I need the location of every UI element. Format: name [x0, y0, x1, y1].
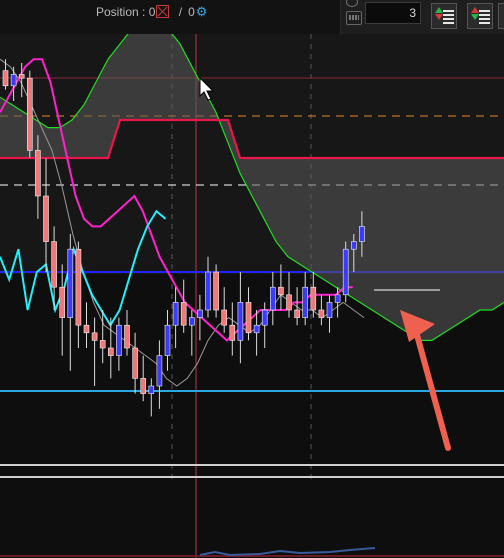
candle-body	[180, 302, 187, 326]
candle-body	[253, 324, 260, 334]
candle-body	[278, 286, 284, 296]
candle-body	[294, 309, 300, 318]
down-arrow-icon	[435, 14, 443, 20]
candle-body	[342, 248, 349, 296]
candle-body	[108, 347, 114, 356]
keyboard-icon[interactable]	[346, 11, 362, 25]
candle-body	[221, 309, 227, 326]
candle-body	[43, 195, 49, 242]
order-list-icon	[443, 10, 454, 24]
candle-body	[245, 302, 252, 334]
candle-body	[67, 248, 74, 318]
position-indicator: Position : 0 / 0⚙	[96, 4, 207, 20]
candle-body	[229, 324, 236, 341]
close-position-icon[interactable]	[156, 5, 170, 18]
candle-body	[140, 378, 146, 394]
candle-body	[156, 355, 163, 387]
position-value-2: 0	[188, 5, 195, 19]
candle-body	[10, 74, 17, 87]
candle-body	[334, 294, 341, 303]
candle-body	[318, 309, 325, 318]
quantity-input[interactable]: 3	[365, 2, 421, 24]
candle-body	[2, 70, 9, 87]
candle-body	[172, 302, 179, 326]
candle-body	[310, 286, 317, 311]
candle-body	[237, 302, 244, 341]
candle-body	[99, 340, 106, 349]
top-toolbar: Position : 0 / 0⚙ 3	[0, 0, 504, 34]
candle-body	[148, 385, 155, 394]
order-toolbox: 3	[340, 0, 504, 34]
candle-body	[213, 271, 219, 311]
candle-body	[302, 286, 309, 318]
position-separator: /	[178, 5, 183, 19]
candle-body	[83, 324, 90, 334]
position-label: Position : 0	[96, 5, 156, 19]
candle-body	[205, 271, 211, 311]
candle-body	[18, 74, 25, 79]
candle-body	[261, 309, 268, 326]
toolbar-overflow-button[interactable]	[498, 3, 504, 29]
candle-body	[286, 294, 292, 311]
sell-order-button[interactable]	[431, 3, 457, 29]
candle-body	[269, 286, 276, 311]
candle-body	[197, 309, 203, 318]
candle-body	[359, 226, 365, 242]
pen-icon[interactable]	[346, 0, 358, 7]
candle-body	[75, 248, 82, 326]
candle-body	[51, 241, 57, 288]
candle-body	[189, 317, 195, 326]
gear-icon[interactable]: ⚙	[196, 4, 208, 19]
candle-body	[350, 241, 357, 250]
price-chart[interactable]	[0, 34, 504, 558]
down-arrow-icon	[471, 14, 479, 20]
candle-body	[326, 302, 333, 318]
candle-body	[132, 347, 138, 379]
order-list-icon	[479, 10, 490, 24]
candle-body	[124, 324, 130, 349]
candle-body	[26, 77, 33, 151]
candle-body	[91, 332, 98, 341]
buy-order-button[interactable]	[467, 3, 493, 29]
candle-body	[116, 324, 122, 356]
up-arrow-icon	[435, 7, 443, 13]
candle-body	[164, 324, 171, 356]
candle-body	[59, 286, 66, 318]
up-arrow-icon	[471, 7, 479, 13]
candle-body	[35, 150, 41, 197]
